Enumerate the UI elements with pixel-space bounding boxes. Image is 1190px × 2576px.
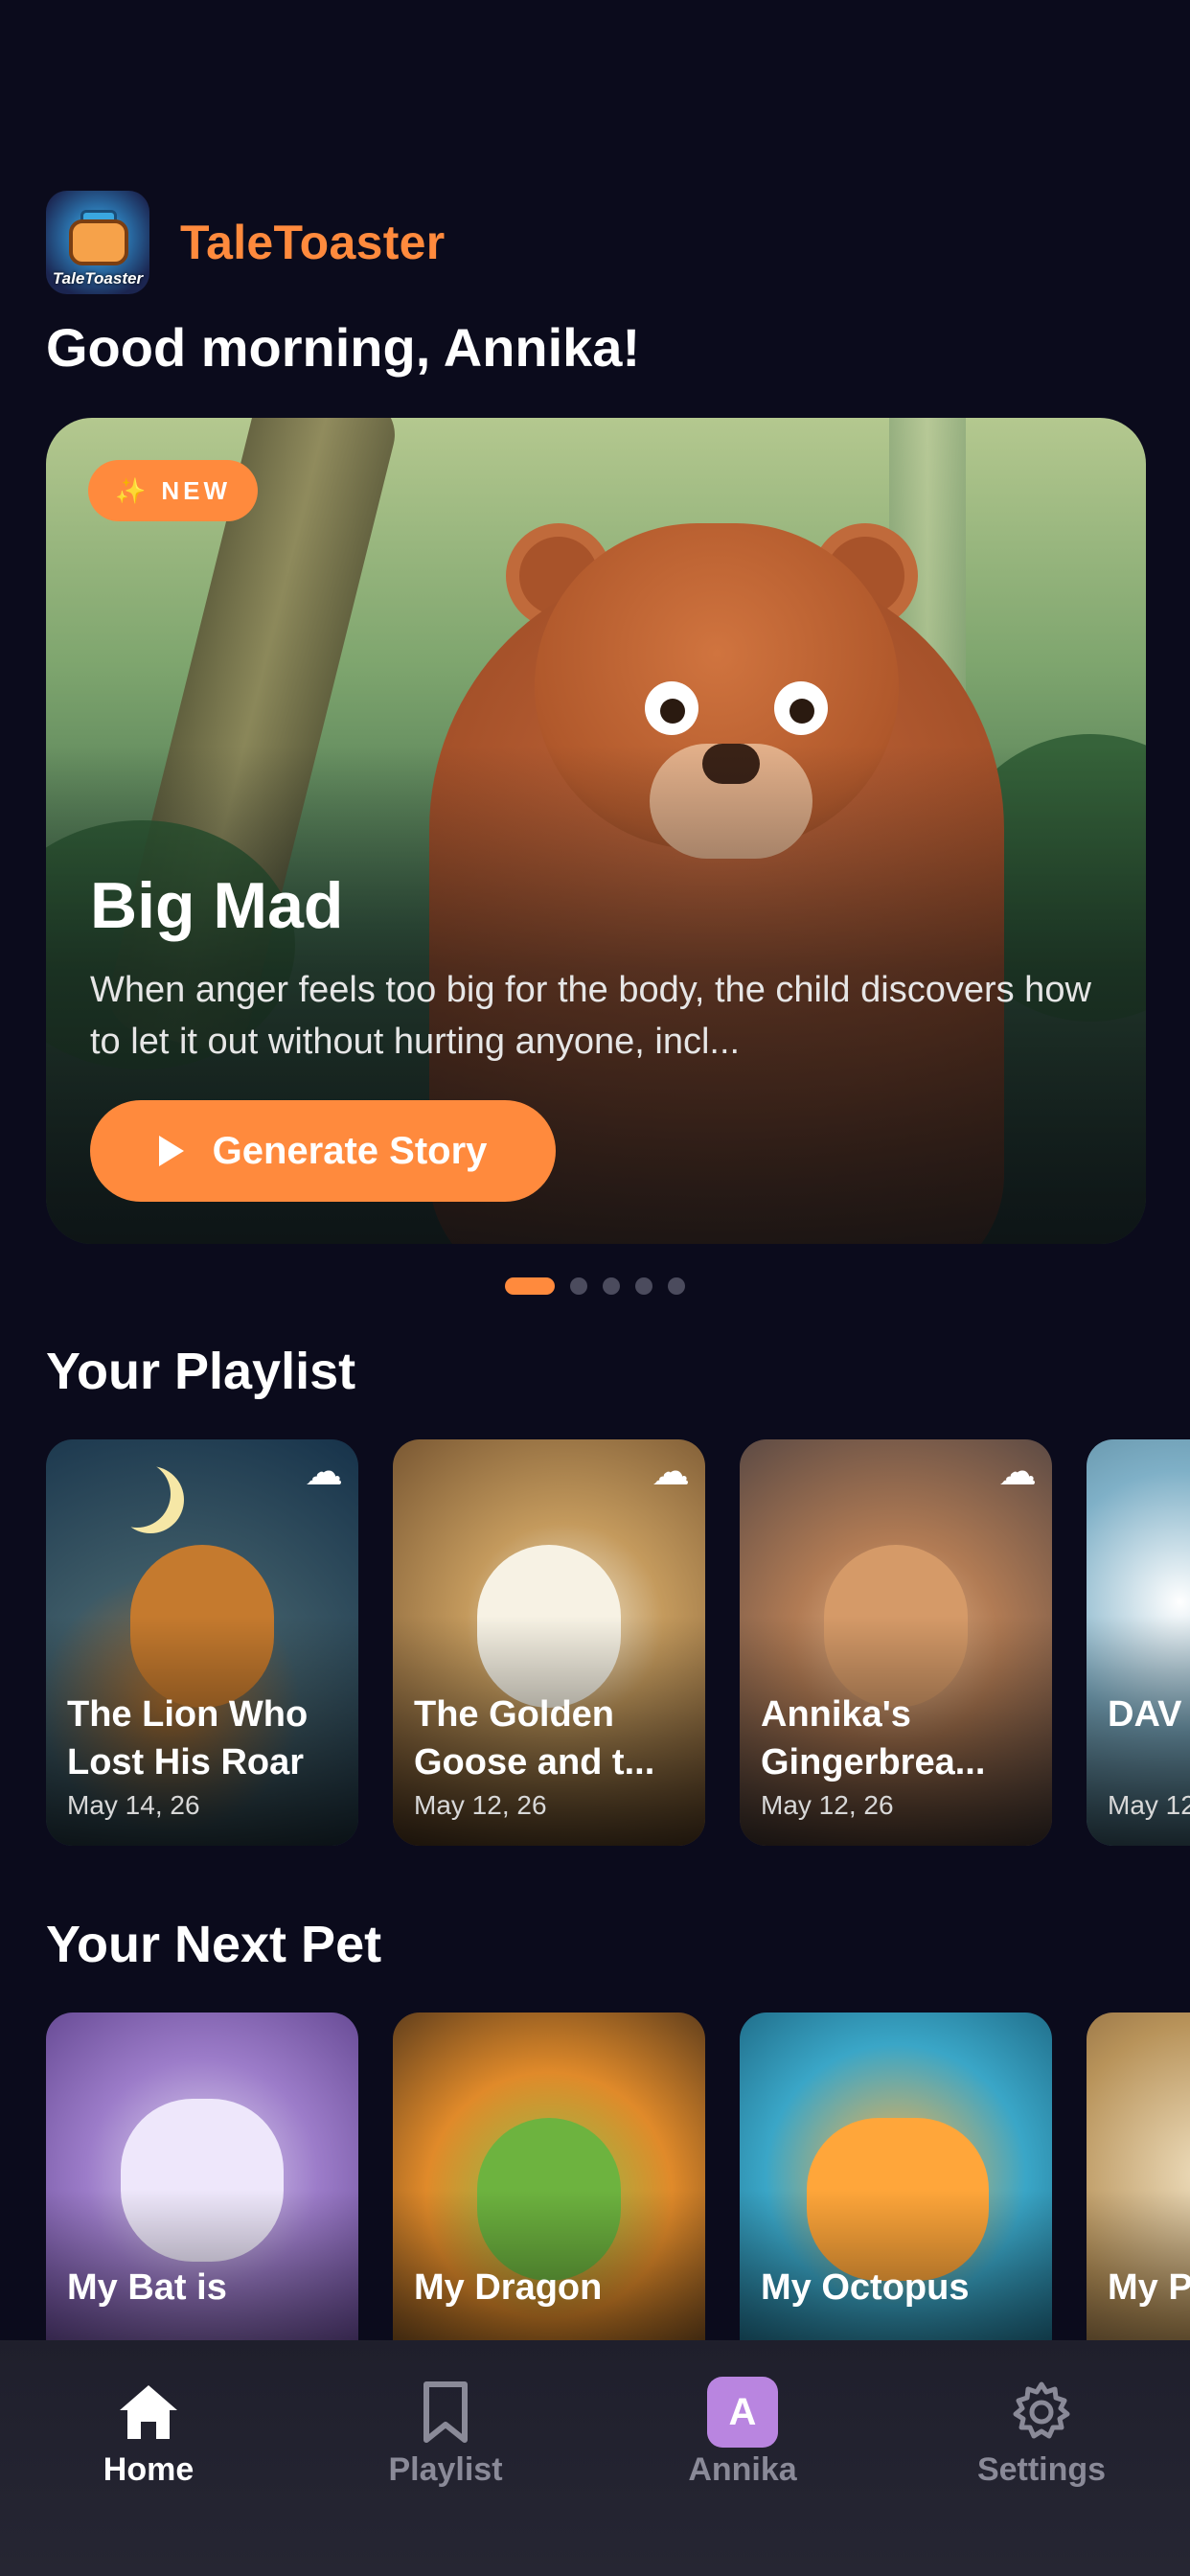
carousel-dot[interactable] [635, 1277, 652, 1295]
featured-story-card[interactable]: ✨ NEW Big Mad When anger feels too big f… [46, 418, 1146, 1244]
next-pet-section-title: Your Next Pet [46, 1916, 382, 1973]
avatar: A [707, 2377, 778, 2448]
featured-story-title: Big Mad [90, 869, 344, 942]
playlist-card[interactable]: ☁ DAV THE May 12 [1087, 1439, 1190, 1846]
tab-settings[interactable]: Settings [946, 2379, 1137, 2503]
playlist-card-date: May 12, 26 [761, 1790, 894, 1820]
moon-illustration [103, 1460, 171, 1528]
sparkles-icon: ✨ [115, 475, 147, 505]
playlist-card-title: The Golden Goose and t... [414, 1694, 655, 1782]
bottom-tab-bar: Home Playlist A Annika Settings [0, 2340, 1190, 2576]
pet-card-title: My Bat is [67, 2267, 227, 2308]
playlist-card-title: Annika's Gingerbrea... [761, 1694, 986, 1782]
playlist-card-title: The Lion Who Lost His Roar [67, 1694, 309, 1782]
generate-story-label: Generate Story [212, 1129, 488, 1172]
new-badge: ✨ NEW [88, 460, 259, 521]
tab-label: Settings [976, 2451, 1107, 2488]
bear-eye [645, 681, 698, 735]
featured-story-description: When anger feels too big for the body, t… [90, 970, 1091, 1062]
carousel-dot[interactable] [668, 1277, 685, 1295]
bookmark-icon [421, 2379, 470, 2446]
tab-label: Annika [688, 2451, 797, 2488]
playlist-card[interactable]: ☁ The Golden Goose and t... May 12, 26 [393, 1439, 705, 1846]
pet-card-title: My Dragon [414, 2267, 603, 2308]
greeting-text: Good morning, Annika! [46, 317, 641, 378]
pet-card-title: My Octopus [761, 2267, 970, 2308]
tab-home[interactable]: Home [53, 2379, 244, 2503]
app-screen: TaleToaster TaleToaster Good morning, An… [0, 0, 1190, 2576]
home-icon [116, 2379, 181, 2446]
tab-label: Home [103, 2451, 195, 2488]
app-header: TaleToaster TaleToaster [46, 190, 446, 295]
playlist-card[interactable]: ☁ The Lion Who Lost His Roar May 14, 26 [46, 1439, 358, 1846]
toaster-shape [69, 219, 128, 265]
playlist-card-title: DAV THE [1108, 1694, 1190, 1735]
badge-label: NEW [161, 475, 232, 505]
play-icon [158, 1136, 184, 1166]
playlist-card-date: May 14, 26 [67, 1790, 200, 1820]
logo-wordmark: TaleToaster [52, 269, 144, 288]
app-name: TaleToaster [180, 216, 446, 269]
playlist-section-title: Your Playlist [46, 1343, 356, 1400]
tab-playlist[interactable]: Playlist [350, 2379, 541, 2503]
bear-eye [774, 681, 828, 735]
cloud-icon: ☁ [652, 1451, 690, 1493]
carousel-pagination [0, 1277, 1190, 1295]
gear-icon [1010, 2379, 1073, 2446]
avatar-letter: A [707, 2377, 778, 2448]
tab-profile[interactable]: A Annika [647, 2377, 838, 2503]
playlist-rail[interactable]: ☁ The Lion Who Lost His Roar May 14, 26 … [46, 1439, 1190, 1846]
playlist-card[interactable]: ☁ Annika's Gingerbrea... May 12, 26 [740, 1439, 1052, 1846]
generate-story-button[interactable]: Generate Story [90, 1100, 556, 1202]
playlist-card-date: May 12 [1108, 1790, 1190, 1820]
cloud-icon: ☁ [998, 1451, 1037, 1493]
playlist-card-date: May 12, 26 [414, 1790, 547, 1820]
pet-card-title: My P [1108, 2267, 1190, 2308]
cloud-icon: ☁ [305, 1451, 343, 1493]
app-logo: TaleToaster [46, 191, 149, 294]
carousel-dot[interactable] [570, 1277, 587, 1295]
carousel-dot-active[interactable] [505, 1277, 555, 1295]
carousel-dot[interactable] [603, 1277, 620, 1295]
tab-label: Playlist [388, 2451, 503, 2488]
